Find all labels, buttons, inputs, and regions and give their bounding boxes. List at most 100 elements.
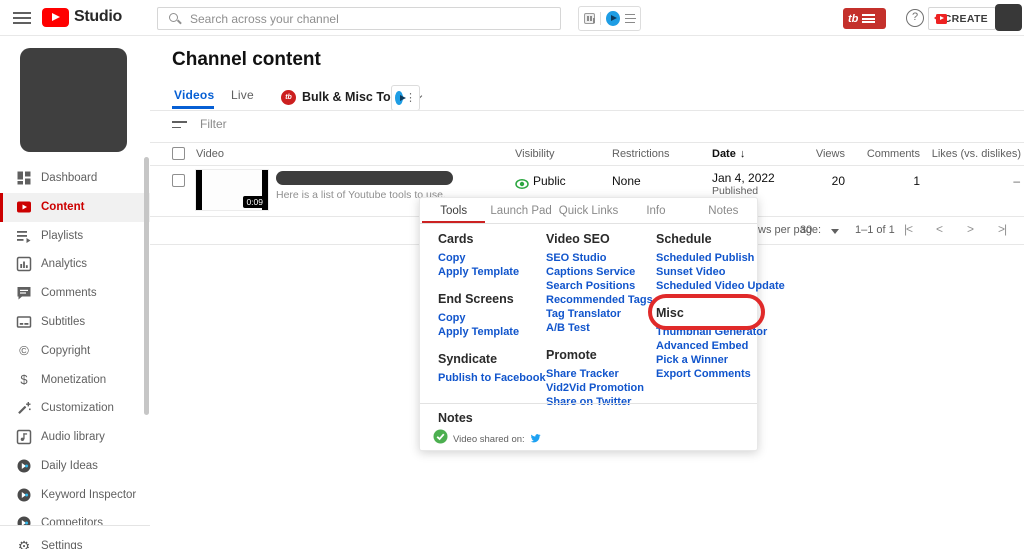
sidebar-item-audio-library[interactable]: Audio library <box>0 423 150 452</box>
tool-link-recommended-tags[interactable]: Recommended Tags <box>546 293 653 307</box>
video-thumbnail[interactable]: 0:09 <box>195 169 269 211</box>
extension-menu-icon[interactable] <box>624 14 637 23</box>
tool-link-share-on-twitter[interactable]: Share on Twitter <box>546 395 651 409</box>
brand-name[interactable]: Studio <box>74 8 122 26</box>
filter-divider <box>150 142 1024 143</box>
tool-link-search-positions[interactable]: Search Positions <box>546 279 651 293</box>
sidebar-item-analytics[interactable]: Analytics <box>0 250 150 279</box>
sidebar-item-label: Keyword Inspector <box>41 489 137 501</box>
sidebar-item-subtitles[interactable]: Subtitles <box>0 308 150 337</box>
sidebar-item-comments[interactable]: Comments <box>0 279 150 308</box>
sidebar-item-label: Customization <box>41 402 114 414</box>
visibility-value[interactable]: Public <box>533 174 566 188</box>
sidebar-item-label: Content <box>41 201 85 213</box>
search-input[interactable] <box>190 8 550 29</box>
account-avatar[interactable] <box>995 4 1022 31</box>
tool-link-endscreens-apply-template[interactable]: Apply Template <box>438 325 543 339</box>
tubebuddy-badge[interactable]: tb <box>843 8 886 29</box>
monetization-icon <box>16 372 32 388</box>
create-button[interactable]: CREATE <box>928 7 996 30</box>
sidebar-item-copyright[interactable]: Copyright <box>0 337 150 366</box>
rows-per-page-select[interactable]: 30 <box>800 224 812 236</box>
tool-link-cards-copy[interactable]: Copy <box>438 251 543 265</box>
vidiq-menu-button[interactable] <box>391 85 420 111</box>
tool-link-sunset-video[interactable]: Sunset Video <box>656 265 761 279</box>
tool-link-captions-service[interactable]: Captions Service <box>546 265 651 279</box>
popup-tab-tools[interactable]: Tools <box>420 198 487 223</box>
sidebar-item-monetization[interactable]: Monetization <box>0 366 150 395</box>
sidebar-item-label: Dashboard <box>41 172 98 184</box>
sidebar-item-keyword-inspector[interactable]: Keyword Inspector <box>0 481 150 510</box>
video-title-redacted[interactable] <box>276 171 453 185</box>
tool-link-ab-test[interactable]: A/B Test <box>546 321 651 335</box>
sidebar-item-customization[interactable]: Customization <box>0 394 150 423</box>
first-page-icon[interactable]: |< <box>898 222 918 236</box>
restrictions-value: None <box>612 174 641 188</box>
group-title: Syndicate <box>438 352 498 366</box>
tool-link-export-comments[interactable]: Export Comments <box>656 367 761 381</box>
last-page-icon[interactable]: >| <box>992 222 1012 236</box>
sidebar-item-playlists[interactable]: Playlists <box>0 222 150 251</box>
filter-input[interactable]: Filter <box>200 117 227 131</box>
tab-live[interactable]: Live <box>231 88 254 102</box>
next-page-icon[interactable]: > <box>960 222 980 236</box>
column-header-visibility[interactable]: Visibility <box>515 148 555 160</box>
tubebuddy-icon <box>281 89 296 105</box>
column-header-views[interactable]: Views <box>816 148 845 160</box>
note-entry: Video shared on: <box>433 429 541 449</box>
row-checkbox[interactable] <box>172 174 185 187</box>
group-title: Cards <box>438 232 474 246</box>
sidebar-item-settings[interactable]: Settings <box>0 532 150 549</box>
tool-link-advanced-embed[interactable]: Advanced Embed <box>656 339 761 353</box>
search-bar[interactable] <box>157 7 561 30</box>
tool-link-seo-studio[interactable]: SEO Studio <box>546 251 651 265</box>
tool-link-endscreens-copy[interactable]: Copy <box>438 311 543 325</box>
tool-link-scheduled-video-update[interactable]: Scheduled Video Update <box>656 279 785 293</box>
kebab-menu-icon <box>405 93 416 104</box>
vidiq-icon[interactable] <box>606 11 620 26</box>
subtitles-icon <box>16 314 32 330</box>
popup-tab-launch-pad[interactable]: Launch Pad <box>487 198 554 223</box>
tool-link-pick-a-winner[interactable]: Pick a Winner <box>656 353 761 367</box>
tubebuddy-icon <box>16 458 32 474</box>
sidebar-item-daily-ideas[interactable]: Daily Ideas <box>0 452 150 481</box>
public-eye-icon <box>515 176 529 194</box>
column-header-date[interactable]: Date <box>712 148 745 160</box>
sidebar-item-label: Audio library <box>41 431 105 443</box>
popup-tab-bar: Tools Launch Pad Quick Links Info Notes <box>420 198 757 224</box>
stats-extension-icon[interactable] <box>584 13 596 24</box>
dropdown-caret-icon[interactable] <box>831 229 839 234</box>
sidebar-scroll-area: Dashboard Content Playlists Analytics Co… <box>0 36 150 525</box>
sidebar-scrollbar[interactable] <box>144 157 149 415</box>
help-icon[interactable]: ? <box>906 9 924 27</box>
popup-tab-quick-links[interactable]: Quick Links <box>555 198 622 223</box>
tool-link-tag-translator[interactable]: Tag Translator <box>546 307 651 321</box>
sidebar-item-content[interactable]: Content <box>0 193 150 222</box>
column-header-likes[interactable]: Likes (vs. dislikes) <box>932 148 1021 160</box>
select-all-checkbox[interactable] <box>172 147 185 160</box>
column-header-video[interactable]: Video <box>196 148 224 160</box>
sidebar-item-dashboard[interactable]: Dashboard <box>0 164 150 193</box>
tubebuddy-tools-popup: Tools Launch Pad Quick Links Info Notes … <box>419 197 785 451</box>
create-video-icon <box>933 13 947 24</box>
tool-link-publish-to-facebook[interactable]: Publish to Facebook <box>438 371 546 385</box>
popup-column-3: Schedule Scheduled Publish Sunset Video … <box>656 225 785 381</box>
tool-link-thumbnail-generator[interactable]: Thumbnail Generator <box>656 325 767 339</box>
menu-icon[interactable] <box>13 12 31 24</box>
tool-link-vid2vid-promotion[interactable]: Vid2Vid Promotion <box>546 381 651 395</box>
tool-link-scheduled-publish[interactable]: Scheduled Publish <box>656 251 761 265</box>
column-header-restrictions[interactable]: Restrictions <box>612 148 669 160</box>
youtube-logo-icon[interactable] <box>42 8 69 27</box>
sidebar-item-label: Settings <box>41 540 83 549</box>
tab-videos[interactable]: Videos <box>174 88 214 102</box>
popup-tab-info[interactable]: Info <box>622 198 689 223</box>
previous-page-icon[interactable]: < <box>929 222 949 236</box>
popup-tab-notes[interactable]: Notes <box>690 198 757 223</box>
sidebar-item-competitors[interactable]: Competitors <box>0 509 150 525</box>
views-value: 20 <box>831 174 845 188</box>
tool-link-share-tracker[interactable]: Share Tracker <box>546 367 651 381</box>
note-text: Video shared on: <box>453 433 525 445</box>
youtube-studio-app: Studio tb ? CREATE <box>0 0 1024 549</box>
tool-link-cards-apply-template[interactable]: Apply Template <box>438 265 543 279</box>
column-header-comments[interactable]: Comments <box>867 148 920 160</box>
